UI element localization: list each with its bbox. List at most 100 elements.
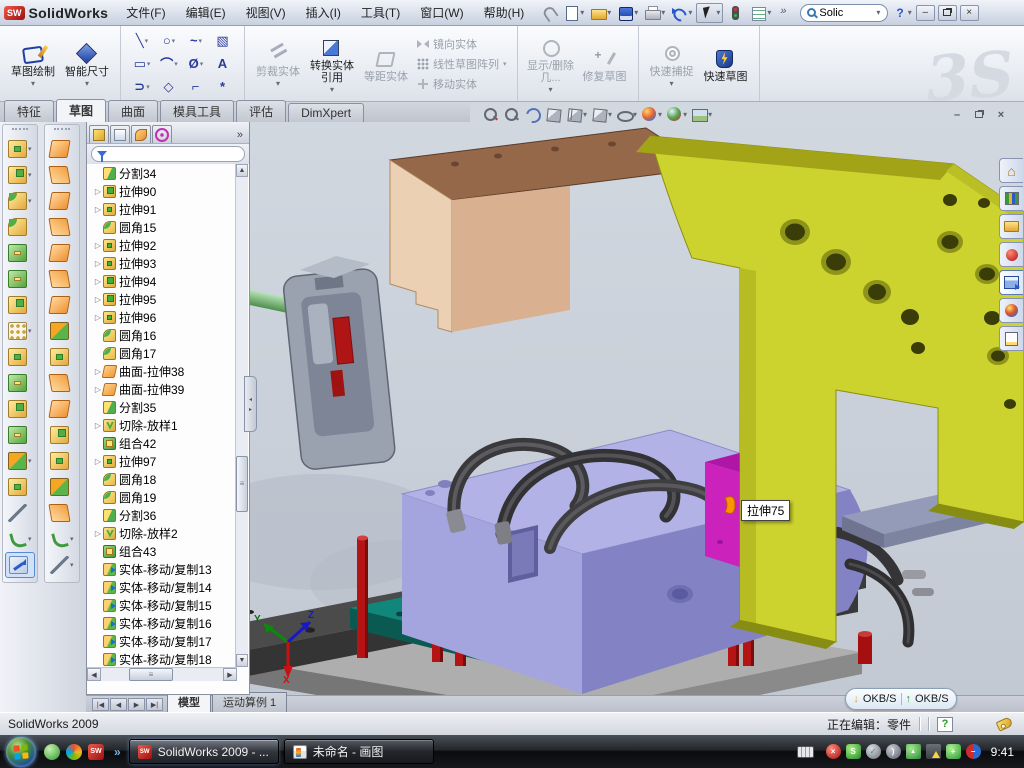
design-library-button[interactable] (999, 186, 1023, 211)
save-button[interactable]: ▾ (615, 3, 640, 23)
instant3d-icon[interactable] (5, 552, 35, 578)
view-palette-button[interactable] (999, 270, 1023, 295)
guard-icon[interactable] (966, 744, 981, 759)
commandmanager-tab[interactable]: 特征 (4, 100, 54, 122)
freeform-icon[interactable]: ▾ (45, 526, 79, 552)
curve-icon[interactable] (3, 500, 37, 526)
sketch-fillet-tool[interactable]: ⌐ (183, 76, 209, 98)
scroll-down-button[interactable]: ▼ (236, 654, 248, 667)
tree-item[interactable]: ▷ 拉伸95 (93, 290, 237, 308)
tree-item[interactable]: 分割36 (93, 506, 237, 524)
planar-surface-icon[interactable] (45, 266, 79, 292)
shell-icon[interactable] (3, 240, 37, 266)
offset-entities-button[interactable]: 等距实体 (359, 44, 413, 83)
apply-scene-button[interactable]: ▾ (641, 106, 662, 123)
update-gear-icon[interactable] (866, 744, 881, 759)
convert-entities-button[interactable]: 转换实体引用 ▾ (305, 33, 359, 94)
tree-item[interactable]: ▷ 切除-放样2 (93, 524, 237, 542)
trim-surface-icon[interactable] (45, 396, 79, 422)
shadows-button[interactable] (545, 106, 562, 123)
commandmanager-tab[interactable]: 模具工具 (160, 100, 234, 122)
tab-nav-button[interactable]: |◀ (92, 698, 109, 711)
rebuild-button[interactable] (725, 3, 746, 23)
tree-filter-input[interactable] (91, 146, 245, 162)
hide-show-items-button[interactable]: ▾ (616, 106, 637, 123)
minimize-button[interactable]: – (916, 5, 935, 21)
start-button[interactable] (6, 737, 36, 767)
move-entities-button[interactable]: 移动实体 (417, 76, 507, 92)
extend-surface-icon[interactable] (45, 370, 79, 396)
chamfer-icon[interactable] (3, 214, 37, 240)
rapid-sketch-button[interactable]: 快速草图 (699, 44, 753, 83)
undo-button[interactable]: ▾ (669, 3, 694, 23)
clamp-unit[interactable] (250, 256, 396, 470)
tree-item[interactable]: 实体-移动/复制17 (93, 632, 237, 650)
display-delete-relations-button[interactable]: 显示/删除几... ▾ (524, 33, 578, 94)
scroll-up-button[interactable]: ▲ (236, 164, 248, 177)
surface-curve-icon[interactable]: ▾ (45, 552, 79, 578)
commandmanager-tab[interactable]: 曲面 (108, 100, 158, 122)
panel-overflow-icon[interactable]: » (233, 129, 247, 143)
trim-entities-button[interactable]: 剪裁实体 ▾ (251, 39, 305, 88)
wrap-icon[interactable] (3, 292, 37, 318)
network-warning-icon[interactable] (926, 744, 941, 759)
mirror-entities-button[interactable]: 镜向实体 (417, 36, 507, 52)
tab-nav-button[interactable]: ▶| (146, 698, 163, 711)
spline-icon[interactable]: ▾ (3, 526, 37, 552)
tree-item[interactable]: 组合42 (93, 434, 237, 452)
tree-item[interactable]: ▷ 拉伸97 (93, 452, 237, 470)
untrim-surface-icon[interactable] (45, 422, 79, 448)
quicklaunch-chevron-icon[interactable]: » (114, 745, 121, 759)
tree-item[interactable]: ▷ 拉伸91 (93, 200, 237, 218)
display-style-button[interactable]: ▾ (591, 106, 612, 123)
tree-item[interactable]: ▷ 曲面-拉伸39 (93, 380, 237, 398)
quick-tips-button[interactable]: ? (937, 717, 953, 732)
pinwheel-icon[interactable] (66, 744, 82, 760)
quick-snaps-button[interactable]: 快速捕捉 ▾ (645, 39, 699, 88)
new-file-button[interactable]: ▾ (561, 3, 586, 23)
restore-button[interactable] (938, 5, 957, 21)
menu-item[interactable]: 编辑(E) (186, 4, 226, 21)
menu-item[interactable]: 视图(V) (246, 4, 286, 21)
input-method-keyboard-icon[interactable] (797, 746, 814, 758)
menu-item[interactable]: 插入(I) (306, 4, 341, 21)
open-button[interactable]: ▾ (588, 3, 613, 23)
boundary-surface-icon[interactable] (45, 214, 79, 240)
search-input[interactable] (819, 7, 873, 19)
scroll-right-button[interactable]: ▶ (223, 668, 237, 681)
smart-dimension-button[interactable]: 智能尺寸 ▾ (60, 39, 114, 88)
file-explorer-button[interactable] (999, 214, 1023, 239)
scroll-left-button[interactable]: ◀ (87, 668, 101, 681)
expand-arrow-icon[interactable]: ▷ (93, 421, 103, 430)
tree-horizontal-scrollbar[interactable]: ◀ ≡ ▶ (87, 667, 237, 681)
ellipse-tool[interactable]: Ø▾ (183, 53, 209, 75)
appearance-button[interactable]: ▾ (666, 106, 687, 123)
taskbar-task-button[interactable]: 未命名 - 画图 (284, 739, 434, 764)
red-stop-pin[interactable] (858, 631, 872, 664)
model-3d-view[interactable] (250, 102, 1024, 695)
options-button[interactable]: ▾ (748, 3, 773, 23)
sketch-text-tool[interactable]: A (210, 53, 236, 75)
tab-nav-button[interactable]: ▶ (128, 698, 145, 711)
tab-nav-button[interactable]: ◀ (110, 698, 127, 711)
print-button[interactable]: ▾ (642, 3, 667, 23)
swept-surface-icon[interactable] (45, 136, 79, 162)
dimxpert-manager-tab[interactable] (152, 125, 172, 143)
tag-icon[interactable] (996, 716, 1014, 731)
tree-item[interactable]: 分割34 (93, 164, 237, 182)
toolbar-grip[interactable] (54, 128, 70, 133)
messenger-icon[interactable] (44, 744, 60, 760)
linear-sketch-pattern-button[interactable]: 线性草图阵列▾ (417, 56, 507, 72)
filled-surface-icon[interactable] (45, 240, 79, 266)
combine-icon[interactable] (3, 422, 37, 448)
delete-face-icon[interactable] (45, 500, 79, 526)
circle-tool[interactable]: ○▾ (156, 30, 182, 52)
search-caret-icon[interactable]: ▾ (876, 8, 880, 17)
thicken-icon[interactable] (45, 448, 79, 474)
tree-item[interactable]: 组合43 (93, 542, 237, 560)
menu-item[interactable]: 工具(T) (361, 4, 400, 21)
menu-item[interactable]: 文件(F) (126, 4, 165, 21)
tab-motion-study[interactable]: 运动算例 1 (212, 692, 287, 712)
select-button[interactable]: ▾ (696, 3, 723, 23)
panel-splitter-handle[interactable]: ◂▸ (244, 376, 257, 432)
